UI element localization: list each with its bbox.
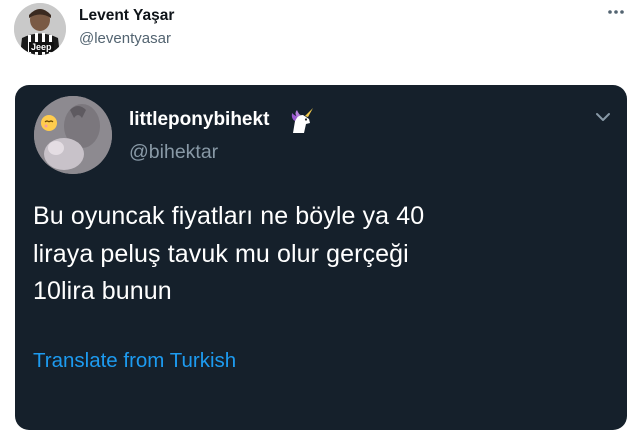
outer-tweet-header: Jeep Levent Yaşar @leventyasar [0,0,635,85]
quoted-tweet-card[interactable]: littleponybihekt @bihektar Bu oyuncak fi… [15,85,627,430]
quoted-display-name[interactable]: littleponybihekt [129,109,269,131]
avatar-badge-text: Jeep [29,42,54,52]
tweet-text-line: liraya peluş tavuk mu olur gerçeği [33,239,409,268]
more-horizontal-icon[interactable] [604,4,628,20]
avatar[interactable]: Jeep [14,3,66,55]
tweet-text: Bu oyuncak fiyatları ne böyle ya 40 lira… [33,198,573,311]
outer-handle[interactable]: @leventyasar [79,30,171,47]
avatar[interactable] [34,96,112,174]
tweet-text-line: Bu oyuncak fiyatları ne böyle ya 40 [33,202,425,230]
chevron-down-icon[interactable] [593,110,613,124]
translate-link[interactable]: Translate from Turkish [33,349,236,373]
tweet-text-line: 10lira bunun [33,277,172,305]
unicorn-icon [287,107,315,135]
quoted-handle[interactable]: @bihektar [129,141,218,164]
avatar-image [34,96,112,174]
outer-display-name[interactable]: Levent Yaşar [79,7,174,25]
